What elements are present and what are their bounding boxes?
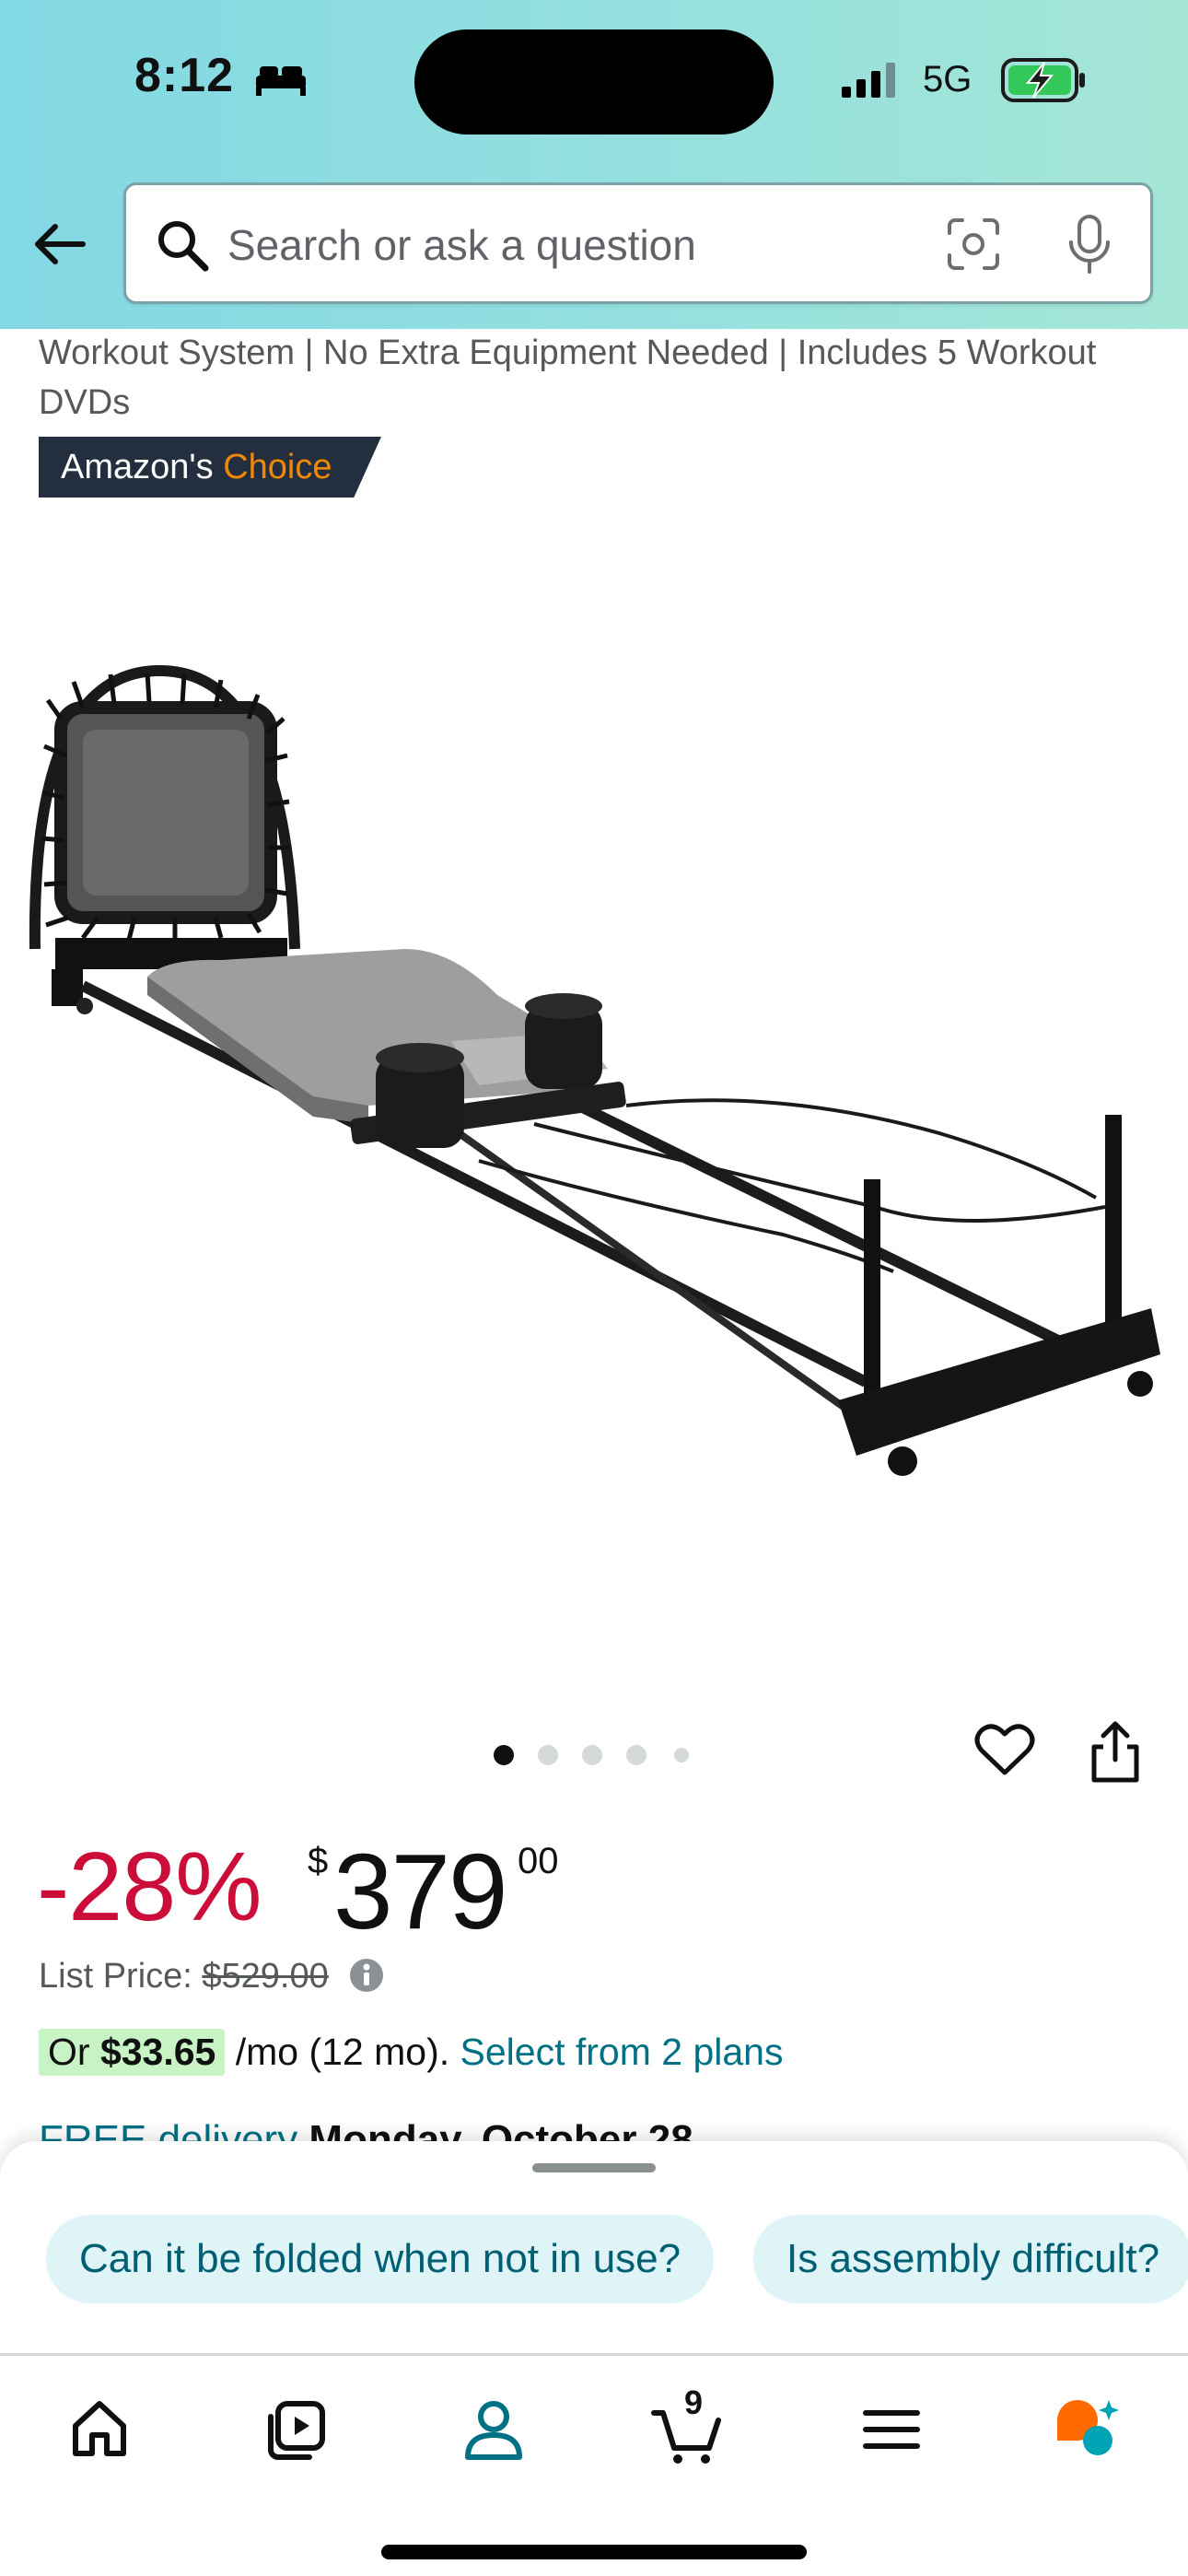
installment-amount: $33.65 <box>99 2031 216 2073</box>
cart-count: 9 <box>683 2383 704 2421</box>
carousel-dot-5[interactable] <box>674 1748 689 1762</box>
cart-button[interactable]: 9 <box>650 2383 724 2466</box>
inspire-icon[interactable] <box>260 2393 333 2466</box>
discount-percent: -28% <box>37 1832 262 1941</box>
suggested-questions-sheet: Can it be folded when not in use? Is ass… <box>0 2141 1188 2353</box>
header: 8:12 5G Search or ask a question <box>0 0 1188 329</box>
price-fraction: 00 <box>518 1841 559 1881</box>
search-input[interactable]: Search or ask a question <box>227 220 696 270</box>
cords <box>478 1098 1106 1273</box>
search-bar[interactable]: Search or ask a question <box>123 182 1153 304</box>
cellular-signal-icon <box>842 63 895 98</box>
badge-accent: Choice <box>223 448 332 486</box>
question-chip[interactable]: Is assembly difficult? <box>753 2215 1188 2303</box>
price-currency: $ <box>308 1841 329 1881</box>
image-carousel-dots[interactable] <box>494 1745 696 1767</box>
heart-icon[interactable] <box>974 1721 1035 1778</box>
mic-icon[interactable] <box>1062 213 1117 275</box>
home-indicator[interactable] <box>381 2545 807 2559</box>
sheet-drag-handle[interactable] <box>532 2163 656 2172</box>
battery-charging-icon <box>1001 58 1085 102</box>
account-icon[interactable] <box>457 2393 530 2466</box>
question-chip[interactable]: Can it be folded when not in use? <box>46 2215 715 2303</box>
sleep-focus-icon <box>256 66 306 96</box>
carousel-dot-1[interactable] <box>494 1745 514 1765</box>
list-price: List Price: $529.00 <box>39 1957 329 1996</box>
dynamic-island <box>414 29 774 135</box>
home-icon[interactable] <box>63 2393 136 2466</box>
network-type: 5G <box>923 59 973 100</box>
search-icon <box>158 221 209 272</box>
list-price-label: List Price: <box>39 1957 203 1996</box>
info-icon[interactable] <box>348 1957 385 1994</box>
carousel-dot-2[interactable] <box>538 1745 558 1765</box>
bottom-nav: 9 <box>0 2353 1188 2576</box>
amazons-choice-badge: Amazon's Choice <box>39 437 381 498</box>
carriage <box>147 949 626 1148</box>
list-price-value: $529.00 <box>202 1957 329 1996</box>
product-title[interactable]: Workout System | No Extra Equipment Need… <box>39 328 1162 427</box>
menu-icon[interactable] <box>855 2393 928 2466</box>
badge-prefix: Amazon's <box>61 448 224 486</box>
product-image[interactable] <box>18 645 1170 1520</box>
carousel-dot-3[interactable] <box>582 1745 602 1765</box>
installment-highlight: Or $33.65 <box>39 2029 226 2076</box>
status-time: 8:12 <box>134 49 235 102</box>
camera-icon[interactable] <box>944 215 1003 274</box>
installment-offer: Or $33.65 /mo (12 mo). Select from 2 pla… <box>39 2029 783 2080</box>
back-arrow-icon[interactable] <box>28 212 92 276</box>
select-plans-link[interactable]: Select from 2 plans <box>460 2031 784 2073</box>
installment-term: /mo (12 mo). <box>225 2031 460 2073</box>
installment-prefix: Or <box>48 2031 100 2073</box>
price-whole: 379 <box>333 1832 508 1951</box>
badge-label: Amazon's Choice <box>61 448 332 487</box>
foot-bar <box>838 1115 1160 1476</box>
carousel-dot-4[interactable] <box>626 1745 646 1765</box>
status-bar: 8:12 5G <box>0 0 1188 157</box>
rufus-icon[interactable] <box>1050 2393 1124 2466</box>
share-icon[interactable] <box>1087 1721 1144 1786</box>
